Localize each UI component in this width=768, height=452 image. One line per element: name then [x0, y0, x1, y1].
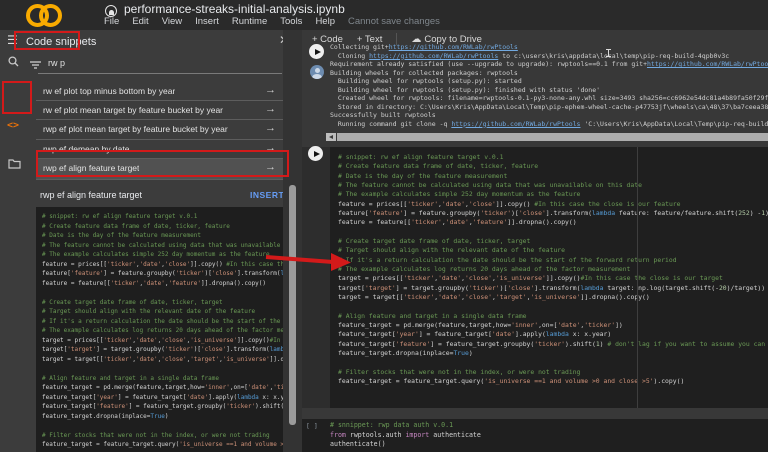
- colab-window: performance-streaks-initial-analysis.ipy…: [0, 0, 768, 452]
- editor-ruler: [637, 147, 638, 408]
- snippet-result[interactable]: rwp ef plot mean target by feature bucke…: [36, 120, 284, 140]
- menu-tools[interactable]: Tools: [280, 16, 302, 27]
- search-underline: [38, 73, 282, 74]
- snippet-preview-code[interactable]: # snippet: rw ef align feature target v.…: [36, 207, 284, 452]
- panel-title: Code snippets: [26, 36, 97, 48]
- arrow-right-icon[interactable]: →: [265, 161, 276, 173]
- text-cursor: [606, 49, 611, 57]
- arrow-right-icon[interactable]: →: [265, 84, 276, 96]
- notebook-area: + Code + Text ☁ Copy to Drive Collecting …: [302, 30, 768, 452]
- arrow-right-icon[interactable]: →: [265, 103, 276, 115]
- menu-view[interactable]: View: [162, 16, 182, 27]
- output-horizontal-scrollbar[interactable]: [337, 133, 768, 141]
- arrow-right-icon[interactable]: →: [265, 142, 276, 154]
- panel-menu-icon[interactable]: ☰: [7, 33, 18, 47]
- menu-edit[interactable]: Edit: [132, 16, 148, 27]
- snippet-preview-title: rwp ef align feature target: [40, 190, 143, 200]
- menu-insert[interactable]: Insert: [195, 16, 219, 27]
- save-status: Cannot save changes: [347, 16, 440, 27]
- user-avatar: [310, 65, 324, 79]
- snippet-result[interactable]: rwp ef demean by date →: [36, 140, 284, 159]
- code-snippets-panel: ☰ Code snippets ✕ <> rw p rw ef plot top…: [0, 30, 302, 452]
- search-icon[interactable]: [8, 56, 19, 67]
- run-cell-button[interactable]: [309, 44, 324, 59]
- code-snippets-icon[interactable]: <>: [7, 120, 19, 131]
- cell-output[interactable]: Collecting git+https://github.com/RWLab/…: [330, 43, 768, 128]
- snippet-search-input[interactable]: rw p: [48, 58, 65, 68]
- cell-gutter: [302, 147, 330, 408]
- app-header: performance-streaks-initial-analysis.ipy…: [0, 0, 768, 30]
- menu-runtime[interactable]: Runtime: [232, 16, 267, 27]
- snippet-result-selected[interactable]: rwp ef align feature target →: [36, 158, 284, 180]
- cell-run-indicator[interactable]: [ ]: [306, 422, 318, 430]
- notebook-title[interactable]: performance-streaks-initial-analysis.ipy…: [124, 2, 345, 16]
- scroll-left-button[interactable]: [326, 133, 336, 141]
- arrow-right-icon[interactable]: →: [265, 122, 276, 134]
- code-cell-editor[interactable]: # snnippet: rwp data auth v.0.1 from rwpt…: [330, 421, 760, 450]
- menu-help[interactable]: Help: [315, 16, 335, 27]
- snippet-result[interactable]: rw ef plot mean target by feature bucket…: [36, 101, 284, 121]
- filter-icon[interactable]: [30, 61, 41, 69]
- run-cell-button[interactable]: [308, 146, 323, 161]
- code-cell-editor[interactable]: # snippet: rw ef align feature target v.…: [330, 147, 768, 408]
- files-folder-icon[interactable]: [8, 158, 21, 169]
- panel-scrollbar[interactable]: [289, 185, 296, 425]
- insert-button[interactable]: INSERT: [250, 190, 284, 200]
- snippet-results-list: rw ef plot top minus bottom by year → rw…: [36, 82, 284, 180]
- menu-bar: File Edit View Insert Runtime Tools Help…: [104, 16, 440, 27]
- snippet-result[interactable]: rw ef plot top minus bottom by year →: [36, 82, 284, 102]
- code-cell[interactable]: [ ] # snnippet: rwp data auth v.0.1 from …: [302, 419, 768, 452]
- menu-file[interactable]: File: [104, 16, 119, 27]
